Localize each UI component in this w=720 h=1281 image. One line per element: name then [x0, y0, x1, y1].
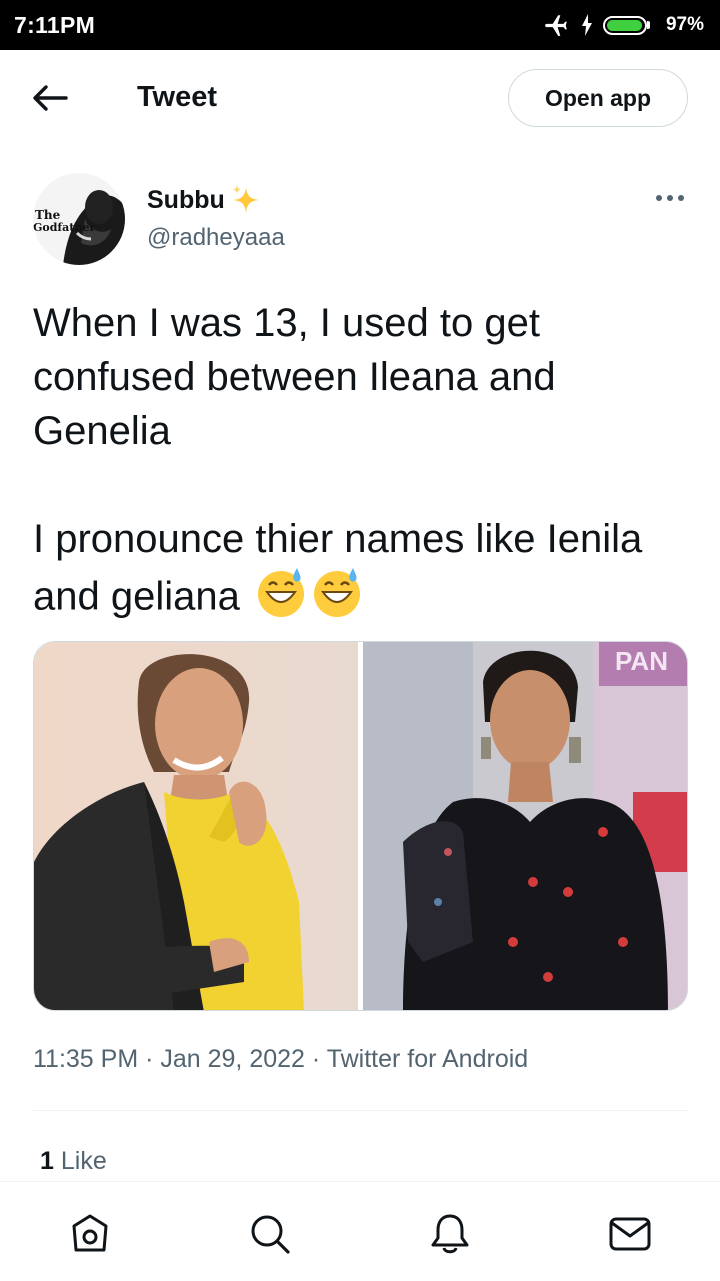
svg-text:Godfather: Godfather [33, 221, 95, 234]
page-title: Tweet [137, 81, 218, 113]
battery-icon [602, 15, 650, 35]
messages-envelope-icon [609, 1217, 651, 1251]
tab-search[interactable] [248, 1212, 292, 1256]
sparkles-icon [232, 185, 259, 213]
open-app-button[interactable]: Open app [508, 69, 688, 127]
author-display-name[interactable]: Subbu [147, 183, 263, 217]
tweet-timestamp[interactable]: 11:35 PM · Jan 29, 2022 · Twitter for An… [33, 1045, 528, 1074]
grinning-sweat-emoji [311, 566, 363, 632]
search-icon [251, 1215, 290, 1254]
tab-notifications[interactable] [428, 1212, 472, 1256]
airplane-icon [545, 15, 567, 36]
status-time: 7:11PM [14, 11, 96, 38]
more-options-button[interactable] [652, 186, 688, 210]
tab-home[interactable] [68, 1212, 112, 1256]
status-icons: 97% [541, 12, 704, 38]
more-dots-icon [656, 195, 684, 201]
home-icon [72, 1214, 108, 1252]
tweet-media: PAN [33, 641, 688, 1011]
status-bar: 7:11PM 97% [0, 0, 720, 50]
notifications-bell-icon [431, 1214, 469, 1254]
back-button[interactable] [30, 81, 70, 115]
tweet-text: When I was 13, I used to get confused be… [33, 296, 693, 632]
arrow-left-icon [33, 85, 68, 111]
tab-messages[interactable] [608, 1212, 652, 1256]
divider [33, 1110, 688, 1111]
grinning-sweat-emoji [255, 566, 307, 632]
display-name-text: Subbu [147, 185, 225, 214]
media-photo-1[interactable] [34, 642, 359, 1010]
bottom-nav [0, 1181, 720, 1281]
backdrop-text: PAN [615, 646, 668, 676]
likes-link[interactable]: 1 Like [40, 1147, 107, 1176]
svg-text:The: The [35, 208, 61, 222]
media-photo-2[interactable]: PAN [362, 642, 688, 1010]
charging-bolt-icon [581, 14, 592, 36]
top-nav: Tweet Open app [0, 50, 720, 148]
likes-label: Like [60, 1147, 107, 1175]
avatar[interactable]: The Godfather [33, 173, 125, 265]
battery-percent: 97% [665, 14, 704, 35]
author-handle[interactable]: @radheyaaa [147, 224, 285, 252]
likes-count: 1 [40, 1147, 54, 1175]
